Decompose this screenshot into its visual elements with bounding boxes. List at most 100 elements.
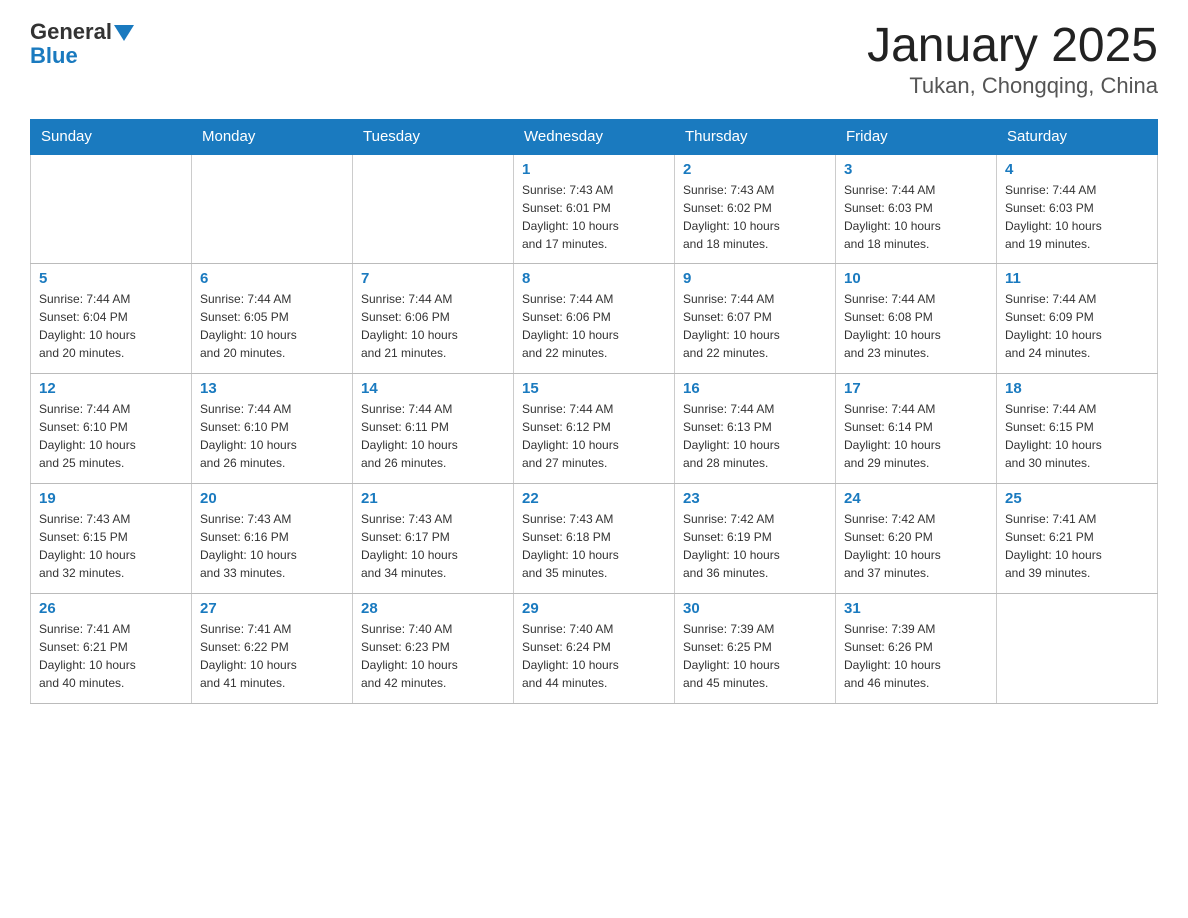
day-info: Sunrise: 7:44 AM Sunset: 6:09 PM Dayligh… [1005,290,1149,362]
day-info: Sunrise: 7:44 AM Sunset: 6:10 PM Dayligh… [39,400,183,472]
day-info: Sunrise: 7:41 AM Sunset: 6:21 PM Dayligh… [1005,510,1149,582]
calendar-cell: 14 Sunrise: 7:44 AM Sunset: 6:11 PM Dayli… [353,374,514,484]
day-info: Sunrise: 7:44 AM Sunset: 6:14 PM Dayligh… [844,400,988,472]
day-info: Sunrise: 7:44 AM Sunset: 6:03 PM Dayligh… [1005,181,1149,253]
weekday-header-thursday: Thursday [675,119,836,154]
day-number: 19 [39,490,183,507]
calendar-title: January 2025 [867,20,1158,73]
calendar-cell: 9 Sunrise: 7:44 AM Sunset: 6:07 PM Daylig… [675,264,836,374]
calendar-cell: 12 Sunrise: 7:44 AM Sunset: 6:10 PM Dayli… [31,374,192,484]
calendar-cell: 20 Sunrise: 7:43 AM Sunset: 6:16 PM Dayli… [192,484,353,594]
calendar-cell: 13 Sunrise: 7:44 AM Sunset: 6:10 PM Dayli… [192,374,353,484]
calendar-body: 1 Sunrise: 7:43 AM Sunset: 6:01 PM Daylig… [31,154,1158,704]
weekday-header-tuesday: Tuesday [353,119,514,154]
calendar-week-row: 19 Sunrise: 7:43 AM Sunset: 6:15 PM Dayli… [31,484,1158,594]
weekday-header-friday: Friday [836,119,997,154]
day-info: Sunrise: 7:39 AM Sunset: 6:26 PM Dayligh… [844,620,988,692]
calendar-cell: 3 Sunrise: 7:44 AM Sunset: 6:03 PM Daylig… [836,154,997,264]
day-number: 15 [522,380,666,397]
calendar-cell: 24Sunrise: 7:42 AM Sunset: 6:20 PM Dayli… [836,484,997,594]
calendar-cell: 5 Sunrise: 7:44 AM Sunset: 6:04 PM Daylig… [31,264,192,374]
day-info: Sunrise: 7:41 AM Sunset: 6:22 PM Dayligh… [200,620,344,692]
day-number: 24 [844,490,988,507]
calendar-cell: 30Sunrise: 7:39 AM Sunset: 6:25 PM Dayli… [675,594,836,704]
day-info: Sunrise: 7:43 AM Sunset: 6:17 PM Dayligh… [361,510,505,582]
day-info: Sunrise: 7:44 AM Sunset: 6:11 PM Dayligh… [361,400,505,472]
day-number: 27 [200,600,344,617]
day-info: Sunrise: 7:40 AM Sunset: 6:24 PM Dayligh… [522,620,666,692]
day-number: 25 [1005,490,1149,507]
calendar-week-row: 5 Sunrise: 7:44 AM Sunset: 6:04 PM Daylig… [31,264,1158,374]
day-info: Sunrise: 7:43 AM Sunset: 6:18 PM Dayligh… [522,510,666,582]
day-number: 16 [683,380,827,397]
day-info: Sunrise: 7:44 AM Sunset: 6:08 PM Dayligh… [844,290,988,362]
day-info: Sunrise: 7:44 AM Sunset: 6:15 PM Dayligh… [1005,400,1149,472]
day-number: 21 [361,490,505,507]
logo-blue-text: Blue [30,44,134,68]
day-number: 20 [200,490,344,507]
day-info: Sunrise: 7:44 AM Sunset: 6:03 PM Dayligh… [844,181,988,253]
weekday-header-row: SundayMondayTuesdayWednesdayThursdayFrid… [31,119,1158,154]
weekday-header-monday: Monday [192,119,353,154]
calendar-cell: 21 Sunrise: 7:43 AM Sunset: 6:17 PM Dayli… [353,484,514,594]
day-number: 4 [1005,161,1149,178]
day-number: 29 [522,600,666,617]
day-number: 12 [39,380,183,397]
calendar-cell: 22Sunrise: 7:43 AM Sunset: 6:18 PM Dayli… [514,484,675,594]
day-number: 8 [522,270,666,287]
day-number: 2 [683,161,827,178]
day-info: Sunrise: 7:43 AM Sunset: 6:15 PM Dayligh… [39,510,183,582]
calendar-week-row: 1 Sunrise: 7:43 AM Sunset: 6:01 PM Daylig… [31,154,1158,264]
day-number: 7 [361,270,505,287]
logo: General Blue [30,20,134,68]
calendar-cell: 29 Sunrise: 7:40 AM Sunset: 6:24 PM Dayli… [514,594,675,704]
day-info: Sunrise: 7:43 AM Sunset: 6:16 PM Dayligh… [200,510,344,582]
calendar-cell: 6 Sunrise: 7:44 AM Sunset: 6:05 PM Daylig… [192,264,353,374]
weekday-header-wednesday: Wednesday [514,119,675,154]
day-number: 18 [1005,380,1149,397]
day-number: 11 [1005,270,1149,287]
calendar-cell: 23 Sunrise: 7:42 AM Sunset: 6:19 PM Dayli… [675,484,836,594]
day-number: 9 [683,270,827,287]
logo-triangle-icon [114,25,134,41]
day-number: 6 [200,270,344,287]
title-block: January 2025 Tukan, Chongqing, China [867,20,1158,99]
day-number: 13 [200,380,344,397]
calendar-cell [997,594,1158,704]
day-number: 1 [522,161,666,178]
day-info: Sunrise: 7:44 AM Sunset: 6:07 PM Dayligh… [683,290,827,362]
day-number: 26 [39,600,183,617]
calendar-cell: 17Sunrise: 7:44 AM Sunset: 6:14 PM Dayli… [836,374,997,484]
weekday-header-sunday: Sunday [31,119,192,154]
day-info: Sunrise: 7:44 AM Sunset: 6:04 PM Dayligh… [39,290,183,362]
day-info: Sunrise: 7:44 AM Sunset: 6:10 PM Dayligh… [200,400,344,472]
calendar-header: SundayMondayTuesdayWednesdayThursdayFrid… [31,119,1158,154]
day-info: Sunrise: 7:41 AM Sunset: 6:21 PM Dayligh… [39,620,183,692]
calendar-table: SundayMondayTuesdayWednesdayThursdayFrid… [30,119,1158,705]
day-number: 14 [361,380,505,397]
day-info: Sunrise: 7:44 AM Sunset: 6:06 PM Dayligh… [522,290,666,362]
calendar-cell: 11 Sunrise: 7:44 AM Sunset: 6:09 PM Dayli… [997,264,1158,374]
day-info: Sunrise: 7:42 AM Sunset: 6:19 PM Dayligh… [683,510,827,582]
calendar-cell: 4 Sunrise: 7:44 AM Sunset: 6:03 PM Daylig… [997,154,1158,264]
day-info: Sunrise: 7:44 AM Sunset: 6:05 PM Dayligh… [200,290,344,362]
calendar-cell [31,154,192,264]
day-info: Sunrise: 7:39 AM Sunset: 6:25 PM Dayligh… [683,620,827,692]
calendar-cell: 31 Sunrise: 7:39 AM Sunset: 6:26 PM Dayli… [836,594,997,704]
calendar-cell: 8 Sunrise: 7:44 AM Sunset: 6:06 PM Daylig… [514,264,675,374]
day-number: 31 [844,600,988,617]
calendar-week-row: 26 Sunrise: 7:41 AM Sunset: 6:21 PM Dayli… [31,594,1158,704]
calendar-cell [192,154,353,264]
calendar-cell: 27 Sunrise: 7:41 AM Sunset: 6:22 PM Dayli… [192,594,353,704]
calendar-cell: 25 Sunrise: 7:41 AM Sunset: 6:21 PM Dayli… [997,484,1158,594]
calendar-cell: 16Sunrise: 7:44 AM Sunset: 6:13 PM Dayli… [675,374,836,484]
day-number: 5 [39,270,183,287]
calendar-cell: 19 Sunrise: 7:43 AM Sunset: 6:15 PM Dayli… [31,484,192,594]
day-info: Sunrise: 7:43 AM Sunset: 6:01 PM Dayligh… [522,181,666,253]
calendar-cell: 26 Sunrise: 7:41 AM Sunset: 6:21 PM Dayli… [31,594,192,704]
calendar-cell: 18 Sunrise: 7:44 AM Sunset: 6:15 PM Dayli… [997,374,1158,484]
day-info: Sunrise: 7:43 AM Sunset: 6:02 PM Dayligh… [683,181,827,253]
calendar-cell [353,154,514,264]
day-number: 3 [844,161,988,178]
day-number: 23 [683,490,827,507]
